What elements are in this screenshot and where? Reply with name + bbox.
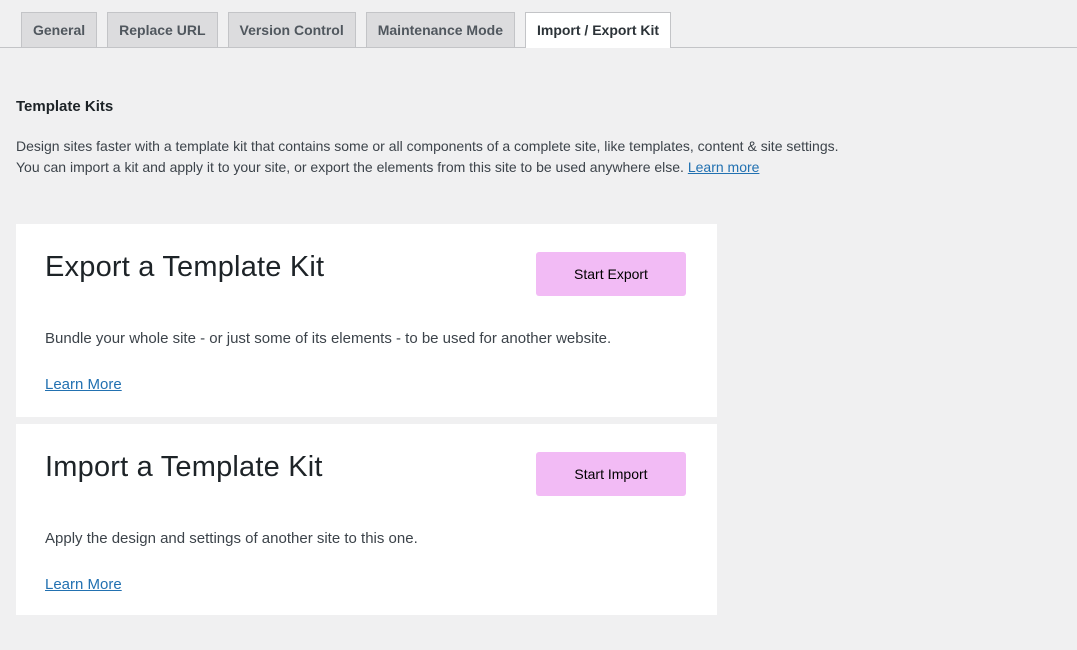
import-export-settings-panel: Template Kits Design sites faster with a… xyxy=(0,98,1077,615)
import-kit-card: Import a Template Kit Start Import Apply… xyxy=(16,424,717,615)
learn-more-link-intro[interactable]: Learn more xyxy=(688,159,760,175)
section-description-line1: Design sites faster with a template kit … xyxy=(16,138,839,154)
start-export-button[interactable]: Start Export xyxy=(536,252,686,296)
export-kit-description: Bundle your whole site - or just some of… xyxy=(45,329,686,349)
export-kit-title: Export a Template Kit xyxy=(45,250,324,285)
export-kit-card-header: Export a Template Kit Start Export xyxy=(45,250,686,296)
tab-version-control[interactable]: Version Control xyxy=(228,12,356,47)
export-kit-card: Export a Template Kit Start Export Bundl… xyxy=(16,224,717,417)
section-description-line2: You can import a kit and apply it to you… xyxy=(16,159,684,175)
import-kit-title: Import a Template Kit xyxy=(45,450,323,485)
start-import-button[interactable]: Start Import xyxy=(536,452,686,496)
tab-general[interactable]: General xyxy=(21,12,97,47)
section-title: Template Kits xyxy=(16,98,1077,115)
tab-replace-url[interactable]: Replace URL xyxy=(107,12,217,47)
import-kit-description: Apply the design and settings of another… xyxy=(45,529,686,549)
import-learn-more-link[interactable]: Learn More xyxy=(45,575,122,595)
settings-tab-bar: General Replace URL Version Control Main… xyxy=(0,0,1077,48)
tab-maintenance-mode[interactable]: Maintenance Mode xyxy=(366,12,515,47)
section-description: Design sites faster with a template kit … xyxy=(16,136,886,178)
export-learn-more-link[interactable]: Learn More xyxy=(45,375,122,395)
tab-import-export-kit[interactable]: Import / Export Kit xyxy=(525,12,671,48)
import-kit-card-header: Import a Template Kit Start Import xyxy=(45,450,686,496)
